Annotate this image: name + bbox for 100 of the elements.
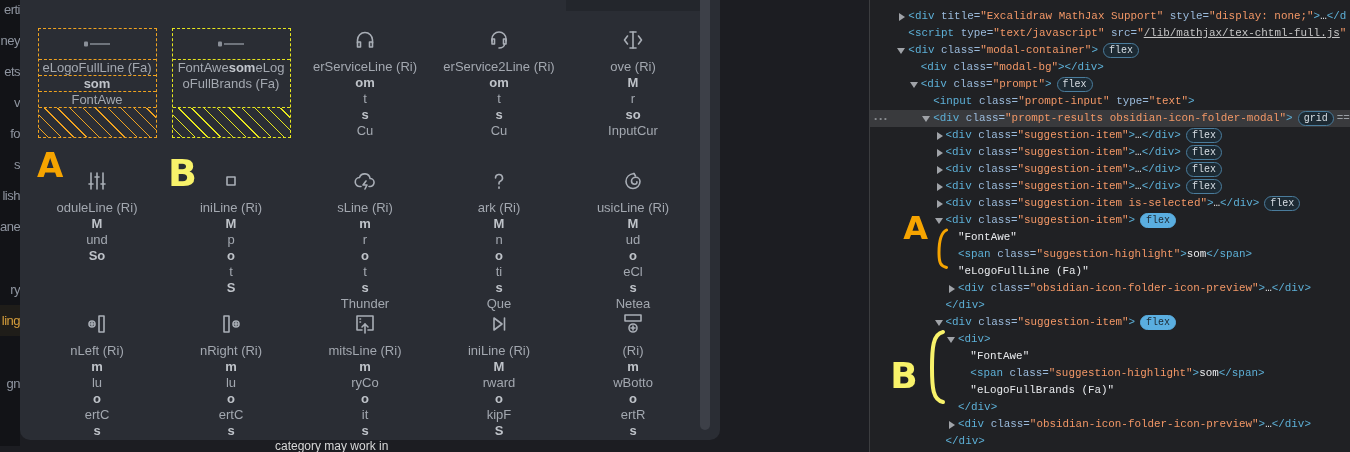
sidebar-item[interactable]: ling <box>0 305 20 336</box>
sidebar-item[interactable]: lish <box>0 180 20 211</box>
expand-toggle[interactable] <box>936 132 943 140</box>
name-fragment: Netea <box>615 296 651 312</box>
name-fragment: it <box>361 407 369 423</box>
name-fragment: r <box>362 232 368 248</box>
layout-badge[interactable]: flex <box>1185 162 1222 177</box>
name-fragment: iniLine (Ri) <box>467 343 531 359</box>
sidebar-item[interactable]: gn <box>0 368 20 399</box>
code-line: "eLogoFullBrands (Fa)" <box>970 383 1115 398</box>
code-line: "eLogoFullLine (Fa)" <box>957 264 1089 279</box>
dom-tree-row[interactable]: "FontAwe" <box>958 348 1350 365</box>
name-fragment: erService2Line (Ri) <box>443 59 555 75</box>
expand-toggle[interactable] <box>897 48 906 54</box>
layout-badge[interactable]: flex <box>1185 128 1222 143</box>
name-fragment: Que <box>486 296 512 312</box>
scrollbar-thumb[interactable] <box>700 0 710 430</box>
code-line: <input class="prompt-input" type="text"> <box>933 94 1195 109</box>
dom-tree-row[interactable]: <div class="modal-container"> flex <box>896 42 1350 59</box>
sidebar-item[interactable]: s <box>0 149 20 180</box>
dom-tree-row[interactable]: <div class="suggestion-item">…</div> flex <box>933 161 1350 178</box>
name-fragment: sLine (Ri) <box>337 200 393 216</box>
layout-badge[interactable]: flex <box>1102 43 1139 58</box>
name-fragment: eCl <box>623 264 643 280</box>
dom-tree-row[interactable]: <div class="obsidian-icon-folder-icon-preview">…</div> <box>945 280 1350 297</box>
sidebar-item[interactable]: ney <box>0 25 20 56</box>
dom-tree-row[interactable]: <div class="suggestion-item"> flex <box>933 314 1350 331</box>
dom-tree-row[interactable]: </div> <box>933 297 1350 314</box>
code-line: <div class="suggestion-item">…</div> <box>945 128 1181 143</box>
name-fragment: o <box>629 391 637 407</box>
sidebar-item[interactable]: v <box>0 87 20 118</box>
dom-tree-row[interactable]: </div> <box>945 399 1350 416</box>
layout-badge[interactable]: flex <box>1056 77 1093 92</box>
name-fragment: M <box>91 216 103 232</box>
dom-tree-row[interactable]: <div class="suggestion-item is-selected">…</div> flex <box>933 195 1350 212</box>
layout-badge[interactable]: flex <box>1140 213 1177 228</box>
sidebar-item[interactable]: ets <box>0 56 20 87</box>
sidebar-item[interactable]: erti <box>0 0 20 25</box>
dom-tree-row[interactable]: <div class="suggestion-item">…</div> flex <box>933 127 1350 144</box>
dom-tree-row[interactable]: <input class="prompt-input" type="text"> <box>921 93 1350 110</box>
expand-toggle[interactable] <box>948 421 955 429</box>
name-fragment: Cu <box>356 123 374 139</box>
expand-toggle[interactable] <box>934 320 943 326</box>
code-line: <div class="suggestion-item">…</div> <box>945 145 1181 160</box>
dom-tree-row[interactable]: <div class="prompt"> flex <box>908 76 1350 93</box>
expand-toggle[interactable] <box>936 183 943 191</box>
name-fragment: ud <box>625 232 641 248</box>
expand-toggle[interactable] <box>922 116 931 122</box>
annotation-letter: A <box>37 148 64 182</box>
sidebar-item[interactable]: ane <box>0 211 20 242</box>
dom-tree-row[interactable]: <div class="obsidian-icon-folder-icon-preview">…</div> <box>945 416 1350 433</box>
code-line: </div> <box>945 434 985 449</box>
expand-toggle[interactable] <box>936 149 943 157</box>
sidebar-item[interactable]: ry <box>0 274 20 305</box>
expand-toggle[interactable] <box>946 337 955 343</box>
expand-toggle[interactable] <box>936 166 943 174</box>
dom-tree-row[interactable]: </div> <box>933 433 1350 450</box>
dom-tree-row[interactable]: "eLogoFullBrands (Fa)" <box>958 382 1350 399</box>
layout-badge[interactable]: flex <box>1264 196 1301 211</box>
name-fragment: S <box>494 423 504 439</box>
upload-frame-icon[interactable] <box>353 312 377 336</box>
dom-tree-row[interactable]: <div class="suggestion-item">…</div> flex <box>933 144 1350 161</box>
expand-toggle[interactable] <box>909 82 918 88</box>
name-fragment: Cu <box>490 123 508 139</box>
sidebar-item[interactable]: fo <box>0 118 20 149</box>
dom-tree-row[interactable]: "eLogoFullLine (Fa)" <box>945 263 1350 280</box>
layout-badge[interactable]: flex <box>1140 315 1177 330</box>
dom-tree-row[interactable]: ••• <div class="prompt-results obsidian-icon-folder-modal"> grid == <box>870 110 1350 127</box>
name-fragment: s <box>93 423 101 439</box>
name-fragment: t <box>363 91 367 107</box>
expand-toggle[interactable] <box>899 13 906 21</box>
name-fragment: so <box>625 107 641 123</box>
annotation-letter: B <box>890 358 918 394</box>
dom-tree-row[interactable]: <div class="suggestion-item">…</div> flex <box>933 178 1350 195</box>
dom-tree-row[interactable]: <span class="suggestion-highlight">som</span> <box>958 365 1350 382</box>
code-line: </div> <box>957 400 998 415</box>
text-cursor-icon[interactable] <box>621 28 645 52</box>
layout-badge[interactable]: flex <box>1185 179 1222 194</box>
name-fragment: som <box>38 76 156 92</box>
name-fragment: und <box>86 232 108 248</box>
name-fragment: ti <box>495 264 503 280</box>
dom-tree-row[interactable]: <div class="modal-bg"></div> <box>908 59 1350 76</box>
name-fragment: s <box>629 280 637 296</box>
dom-tree-row[interactable]: <span class="suggestion-highlight">som</span> <box>945 246 1350 263</box>
insert-row-bottom-icon[interactable] <box>621 312 645 336</box>
layout-badge[interactable]: flex <box>1185 145 1222 160</box>
layout-badge[interactable]: grid <box>1297 111 1334 126</box>
name-fragment: erServiceLine (Ri) <box>312 59 417 75</box>
dom-tree-row[interactable]: <div class="suggestion-item"> flex <box>933 212 1350 229</box>
dom-tree-row[interactable]: <div> <box>945 331 1350 348</box>
name-fragment: m <box>359 359 371 375</box>
code-line: <div class="suggestion-item"> <box>945 315 1136 330</box>
dom-tree-row[interactable]: "FontAwe" <box>945 229 1350 246</box>
name-fragment: om <box>489 75 509 91</box>
name-fragment: S <box>226 280 236 296</box>
expand-toggle[interactable] <box>934 218 943 224</box>
name-fragment: o <box>361 391 369 407</box>
expand-toggle[interactable] <box>948 285 955 293</box>
expand-toggle[interactable] <box>936 200 943 208</box>
sliders-icon[interactable] <box>85 169 109 193</box>
